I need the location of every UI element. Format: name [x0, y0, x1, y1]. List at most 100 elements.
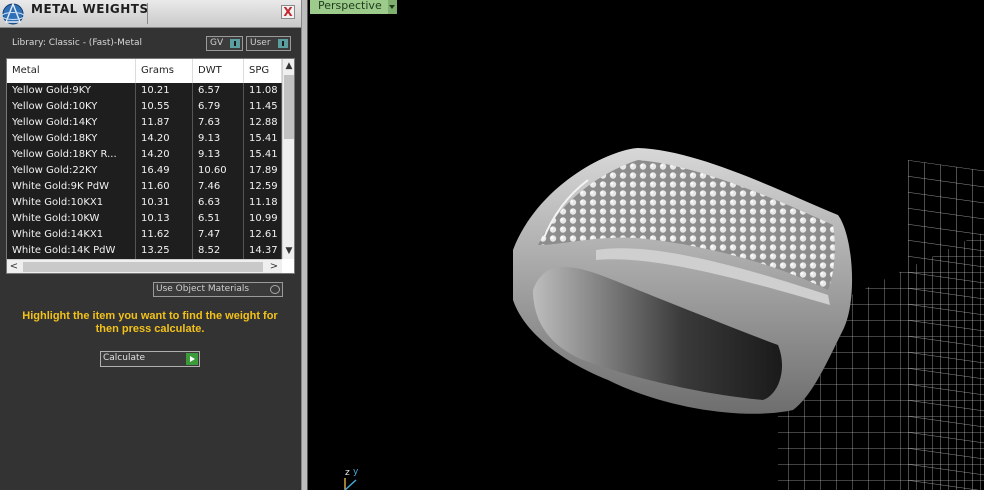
cell-metal: White Gold:14K PdW [7, 243, 136, 259]
cell-metal: Yellow Gold:14KY [7, 115, 136, 131]
table-row[interactable]: White Gold:10KW 10.13 6.51 10.99 [7, 211, 282, 227]
cell-dwt: 10.60 [193, 163, 244, 179]
chevron-down-icon[interactable] [388, 0, 397, 14]
cell-grams: 14.20 [136, 131, 193, 147]
library-label: Library: Classic - (Fast)-Metal [12, 38, 143, 48]
cell-dwt: 6.57 [193, 83, 244, 99]
cell-grams: 16.49 [136, 163, 193, 179]
table-row[interactable]: Yellow Gold:22KY 16.49 10.60 17.89 [7, 163, 282, 179]
cell-dwt: 9.13 [193, 147, 244, 163]
table-row[interactable]: Yellow Gold:14KY 11.87 7.63 12.88 [7, 115, 282, 131]
cell-spg: 15.41 [244, 147, 282, 163]
calculate-label: Calculate [103, 353, 146, 363]
instruction-text: Highlight the item you want to find the … [22, 310, 278, 335]
cell-spg: 11.08 [244, 83, 282, 99]
cell-metal: White Gold:10KX1 [7, 195, 136, 211]
table-header: Metal Grams DWT SPG [7, 59, 282, 83]
user-toggle-label: User [250, 38, 271, 48]
cell-grams: 11.62 [136, 227, 193, 243]
table-vertical-scrollbar[interactable]: ▲ ▼ [282, 59, 294, 259]
scroll-thumb[interactable] [23, 262, 263, 272]
gv-toggle[interactable]: GV [206, 36, 243, 51]
cell-grams: 10.21 [136, 83, 193, 99]
cell-dwt: 6.79 [193, 99, 244, 115]
cell-metal: Yellow Gold:22KY [7, 163, 136, 179]
cell-spg: 14.37 [244, 243, 282, 259]
cell-grams: 10.31 [136, 195, 193, 211]
table-row[interactable]: White Gold:14KX1 11.62 7.47 12.61 [7, 227, 282, 243]
table-row[interactable]: Yellow Gold:18KY R... 14.20 9.13 15.41 [7, 147, 282, 163]
close-button[interactable]: X [281, 5, 295, 19]
panel-titlebar[interactable]: METAL WEIGHTS X [0, 0, 301, 28]
scroll-up-icon[interactable]: ▲ [284, 60, 294, 72]
user-toggle[interactable]: User [246, 36, 291, 51]
use-object-materials-label: Use Object Materials [156, 284, 250, 294]
cell-grams: 14.20 [136, 147, 193, 163]
cell-grams: 13.25 [136, 243, 193, 259]
cell-grams: 10.13 [136, 211, 193, 227]
cell-spg: 11.18 [244, 195, 282, 211]
app-logo-icon [1, 2, 25, 25]
perspective-viewport[interactable]: Perspective z y [308, 0, 984, 490]
cell-metal: White Gold:10KW [7, 211, 136, 227]
axis-label-z: z [345, 468, 350, 478]
column-header-metal[interactable]: Metal [7, 59, 136, 83]
table-row[interactable]: White Gold:9K PdW 11.60 7.46 12.59 [7, 179, 282, 195]
cell-spg: 15.41 [244, 131, 282, 147]
cell-metal: Yellow Gold:18KY [7, 131, 136, 147]
use-object-materials-option[interactable]: Use Object Materials [153, 282, 283, 297]
cell-dwt: 9.13 [193, 131, 244, 147]
table-row[interactable]: Yellow Gold:18KY 14.20 9.13 15.41 [7, 131, 282, 147]
cell-metal: Yellow Gold:18KY R... [7, 147, 136, 163]
scroll-right-icon[interactable]: > [267, 260, 281, 273]
metal-table: Metal Grams DWT SPG Yellow Gold:9KY 10.2… [6, 58, 295, 274]
titlebar-divider [147, 3, 148, 24]
scroll-thumb[interactable] [284, 75, 294, 139]
cell-grams: 11.60 [136, 179, 193, 195]
cell-metal: Yellow Gold:10KY [7, 99, 136, 115]
metal-weights-panel: METAL WEIGHTS X Library: Classic - (Fast… [0, 0, 301, 490]
cell-metal: White Gold:9K PdW [7, 179, 136, 195]
table-row[interactable]: White Gold:10KX1 10.31 6.63 11.18 [7, 195, 282, 211]
cell-spg: 12.61 [244, 227, 282, 243]
scroll-down-icon[interactable]: ▼ [284, 245, 294, 257]
cell-spg: 12.88 [244, 115, 282, 131]
table-row[interactable]: Yellow Gold:9KY 10.21 6.57 11.08 [7, 83, 282, 99]
toggle-switch-icon [278, 39, 288, 48]
gv-toggle-label: GV [210, 38, 224, 48]
table-horizontal-scrollbar[interactable]: < > [7, 259, 282, 273]
toggle-switch-icon [230, 39, 240, 48]
scroll-left-icon[interactable]: < [7, 260, 21, 273]
cell-dwt: 8.52 [193, 243, 244, 259]
axis-label-y: y [353, 467, 359, 477]
axis-gizmo-icon: z y [344, 467, 359, 490]
panel-title: METAL WEIGHTS [31, 2, 149, 16]
column-header-spg[interactable]: SPG [244, 59, 282, 83]
table-body: Yellow Gold:9KY 10.21 6.57 11.08 Yellow … [7, 83, 282, 259]
viewport-scene [513, 148, 984, 490]
table-row[interactable]: White Gold:14K PdW 13.25 8.52 14.37 [7, 243, 282, 259]
panel-splitter[interactable] [301, 0, 308, 490]
column-header-dwt[interactable]: DWT [193, 59, 244, 83]
cell-spg: 10.99 [244, 211, 282, 227]
calculate-button[interactable]: Calculate [100, 351, 200, 367]
cell-metal: Yellow Gold:9KY [7, 83, 136, 99]
column-header-grams[interactable]: Grams [136, 59, 193, 83]
cell-spg: 17.89 [244, 163, 282, 179]
cell-spg: 11.45 [244, 99, 282, 115]
radio-icon[interactable] [270, 285, 280, 294]
cell-grams: 10.55 [136, 99, 193, 115]
cell-dwt: 6.51 [193, 211, 244, 227]
cell-dwt: 7.63 [193, 115, 244, 131]
cell-grams: 11.87 [136, 115, 193, 131]
cell-dwt: 7.47 [193, 227, 244, 243]
cell-metal: White Gold:14KX1 [7, 227, 136, 243]
cell-spg: 12.59 [244, 179, 282, 195]
ring-model [513, 148, 853, 414]
cell-dwt: 7.46 [193, 179, 244, 195]
play-icon [186, 353, 198, 365]
view-label[interactable]: Perspective [310, 0, 397, 14]
view-label-text: Perspective [318, 0, 382, 12]
cell-dwt: 6.63 [193, 195, 244, 211]
table-row[interactable]: Yellow Gold:10KY 10.55 6.79 11.45 [7, 99, 282, 115]
